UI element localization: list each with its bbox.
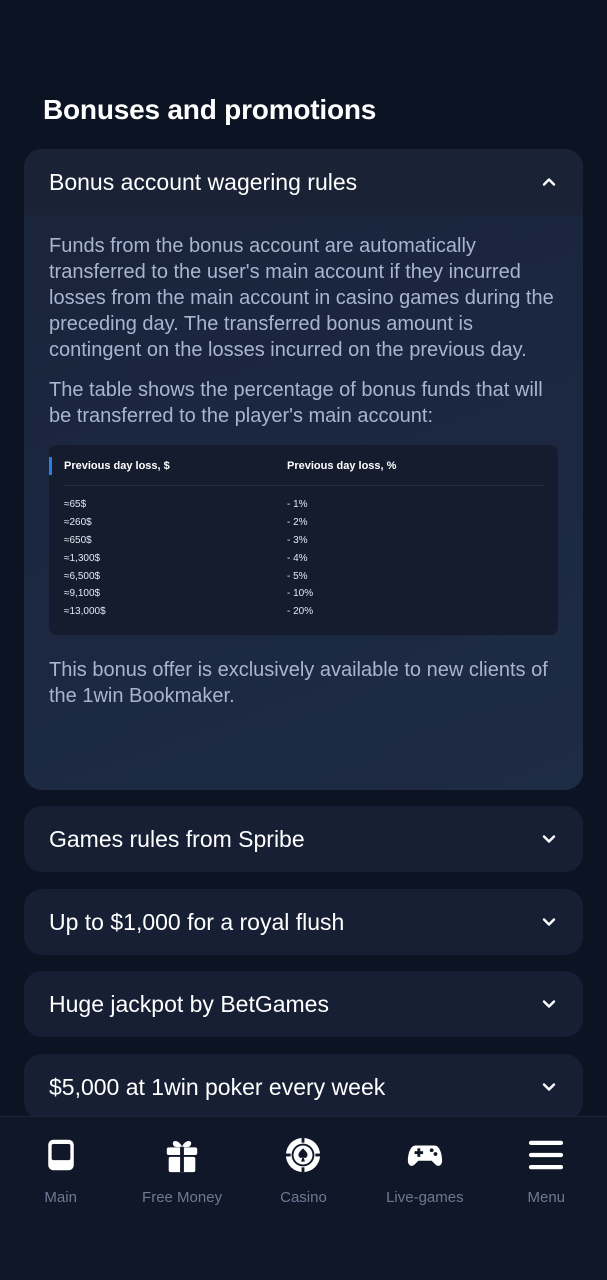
gamepad-icon <box>405 1135 445 1175</box>
accordion-betgames-jackpot[interactable]: Huge jackpot by BetGames <box>24 971 583 1037</box>
nav-label: Menu <box>527 1189 566 1206</box>
nav-label: Live-games <box>386 1189 464 1206</box>
table-cell-percent: - 10% <box>287 588 314 600</box>
table-intro-paragraph: The table shows the percentage of bonus … <box>49 379 543 427</box>
nav-label: Casino <box>280 1189 327 1206</box>
nav-item-main[interactable]: Main <box>6 1135 116 1280</box>
section-title: Bonuses and promotions <box>43 94 377 125</box>
rules-paragraph: Funds from the bonus account are automat… <box>49 235 554 361</box>
accordion-poker-weekly[interactable]: $5,000 at 1win poker every week <box>24 1054 583 1120</box>
table-header: Previous day loss, $ Previous day loss, … <box>49 457 544 475</box>
accordion-header[interactable]: Bonus account wagering rules <box>24 149 583 215</box>
accordion-header[interactable]: Huge jackpot by BetGames <box>24 971 583 1037</box>
chevron-down-icon[interactable] <box>540 1078 558 1096</box>
table-cell-percent: - 20% <box>287 606 314 618</box>
table-cell-loss: ≈1,300$ <box>64 552 101 564</box>
table-cell-percent: - 3% <box>287 534 308 546</box>
table-row: ≈65$ - 1% <box>49 496 544 514</box>
table-row: ≈9,100$ - 10% <box>49 585 544 603</box>
accordion-title: Up to $1,000 for a royal flush <box>49 908 345 935</box>
casino-chip-icon <box>283 1135 323 1175</box>
nav-item-live-games[interactable]: Live-games <box>370 1135 480 1280</box>
table-cell-loss: ≈260$ <box>64 517 92 529</box>
hamburger-menu-icon <box>526 1135 566 1175</box>
table-cell-loss: ≈650$ <box>64 534 92 546</box>
nav-item-casino[interactable]: Casino <box>248 1135 358 1280</box>
main-icon <box>41 1135 81 1175</box>
table-divider <box>64 485 544 486</box>
nav-label: Free Money <box>142 1189 223 1206</box>
accordion-title: $5,000 at 1win poker every week <box>49 1073 386 1100</box>
accordion-title: Bonus account wagering rules <box>49 168 358 195</box>
table-header-loss-percent: Previous day loss, % <box>287 460 397 472</box>
table-cell-loss: ≈6,500$ <box>64 570 101 582</box>
nav-item-free-money[interactable]: Free Money <box>127 1135 237 1280</box>
table-header-loss-dollars: Previous day loss, $ <box>64 460 170 472</box>
table-cell-percent: - 1% <box>287 499 308 511</box>
table-cell-percent: - 5% <box>287 570 308 582</box>
nav-item-menu[interactable]: Menu <box>491 1135 601 1280</box>
table-row: ≈650$ - 3% <box>49 532 544 550</box>
table-row: ≈6,500$ - 5% <box>49 567 544 585</box>
table-row: ≈13,000$ - 20% <box>49 603 544 621</box>
chevron-up-icon[interactable] <box>540 173 558 191</box>
table-row: ≈260$ - 2% <box>49 514 544 532</box>
nav-label: Main <box>44 1189 77 1206</box>
accordion-spribe-rules[interactable]: Games rules from Spribe <box>24 806 583 872</box>
table-cell-percent: - 4% <box>287 552 308 564</box>
table-cell-loss: ≈13,000$ <box>64 606 106 618</box>
accordion-body: Funds from the bonus account are automat… <box>24 215 583 709</box>
chevron-down-icon[interactable] <box>540 830 558 848</box>
chevron-down-icon[interactable] <box>540 913 558 931</box>
table-cell-loss: ≈65$ <box>64 499 87 511</box>
accordion-header[interactable]: $5,000 at 1win poker every week <box>24 1054 583 1120</box>
accordion-header[interactable]: Games rules from Spribe <box>24 806 583 872</box>
table-cell-percent: - 2% <box>287 517 308 529</box>
gift-icon <box>162 1135 202 1175</box>
accordion-bonus-wagering: Bonus account wagering rules Funds from … <box>24 149 583 790</box>
eligibility-paragraph: This bonus offer is exclusively availabl… <box>49 658 548 707</box>
table-row: ≈1,300$ - 4% <box>49 549 544 567</box>
bonus-percentage-table: Previous day loss, $ Previous day loss, … <box>49 445 558 635</box>
accordion-title: Games rules from Spribe <box>49 825 305 852</box>
chevron-down-icon[interactable] <box>540 995 558 1013</box>
accordion-royal-flush[interactable]: Up to $1,000 for a royal flush <box>24 889 583 955</box>
table-cell-loss: ≈9,100$ <box>64 588 101 600</box>
accordion-title: Huge jackpot by BetGames <box>49 990 329 1017</box>
bottom-nav: Main Free Money Casino Live-games Menu <box>0 1116 607 1280</box>
accordion-header[interactable]: Up to $1,000 for a royal flush <box>24 889 583 955</box>
